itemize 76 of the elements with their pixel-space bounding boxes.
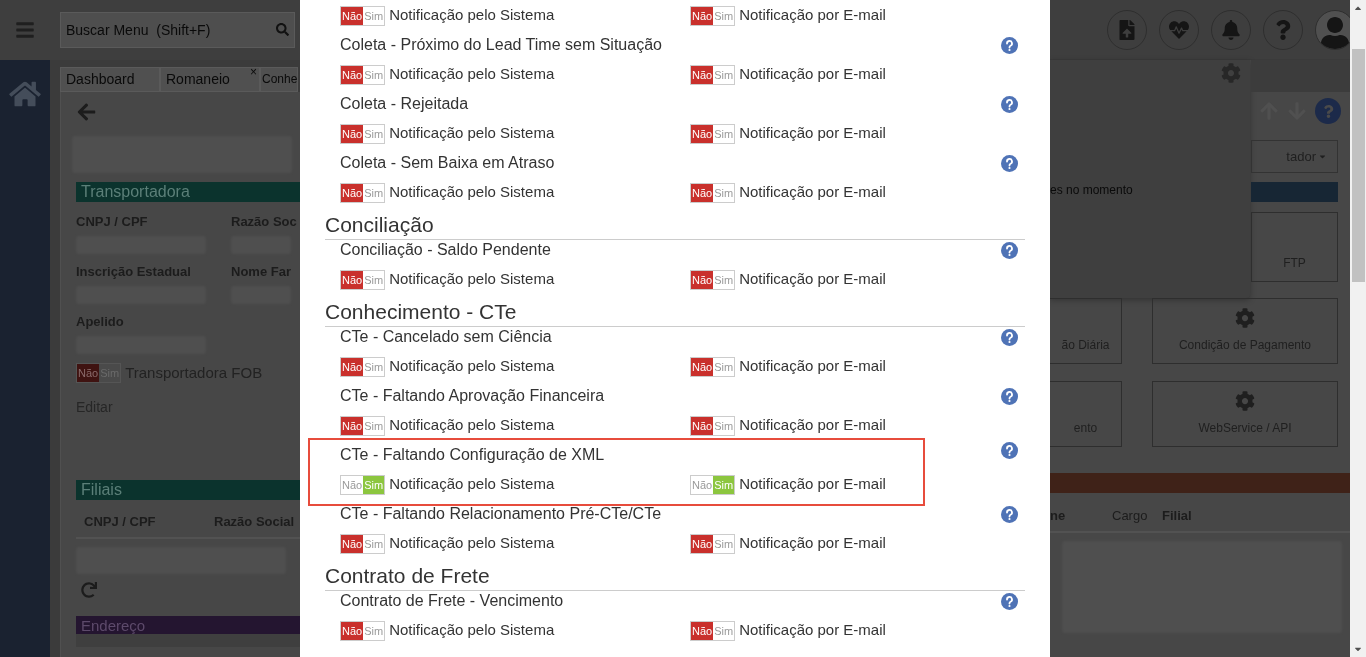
event-title: Coleta - Próximo do Lead Time sem Situação xyxy=(340,35,662,55)
toggle-label: Notificação pelo Sistema xyxy=(389,269,555,290)
help-icon[interactable] xyxy=(1001,388,1018,405)
toggle-label: Notificação pelo Sistema xyxy=(389,620,555,641)
toggle-label: Notificação pelo Sistema xyxy=(389,415,555,436)
home-icon[interactable] xyxy=(9,80,41,108)
event-title: CTe - Faltando Configuração de XML xyxy=(340,445,605,465)
scrollbar[interactable] xyxy=(1350,0,1366,657)
toggle-switch[interactable]: Não Sim xyxy=(340,64,386,85)
toggle-switch[interactable]: Não Sim xyxy=(340,182,386,203)
event-title: Coleta - Rejeitada xyxy=(340,94,469,114)
toggle-switch[interactable]: Não Sim xyxy=(340,474,386,495)
caret-icon xyxy=(1318,152,1327,161)
toggle-label: Notificação por E-mail xyxy=(739,64,886,85)
toggle-switch[interactable]: Não Sim xyxy=(340,356,386,377)
toggle-switch[interactable]: Não Sim xyxy=(690,474,736,495)
toggle-switch[interactable]: Não Sim xyxy=(340,415,386,436)
help-icon[interactable] xyxy=(1001,506,1018,523)
settings-icon xyxy=(1235,391,1255,411)
help-icon[interactable] xyxy=(1001,242,1018,259)
toggle-switch[interactable]: Não Sim xyxy=(690,269,736,290)
toggle-label: Notificação pelo Sistema xyxy=(389,182,555,203)
event-title: CTe - Faltando Relacionamento Pré-CTe/CTe xyxy=(340,504,662,524)
toggle-switch[interactable]: Não Sim xyxy=(690,620,736,641)
toggle-label: Notificação por E-mail xyxy=(739,182,886,203)
settings-icon xyxy=(1235,308,1255,328)
toggle-label: Notificação por E-mail xyxy=(739,269,886,290)
back-arrow-icon[interactable] xyxy=(76,102,97,122)
toggle-label: Notificação pelo Sistema xyxy=(389,123,555,144)
toggle-switch[interactable]: Não Sim xyxy=(690,415,736,436)
toggle-switch[interactable]: Não Sim xyxy=(690,5,736,26)
toggle-switch[interactable]: Não Sim xyxy=(690,533,736,554)
toggle-label: Notificação por E-mail xyxy=(739,620,886,641)
toggle-label: Notificação por E-mail xyxy=(739,123,886,144)
toggle-switch[interactable]: Não Sim xyxy=(340,269,386,290)
event-title: Contrato de Frete - Vencimento xyxy=(340,591,564,611)
toggle-switch[interactable]: Não Sim xyxy=(690,356,736,377)
help-icon[interactable] xyxy=(1001,442,1018,459)
toggle-switch[interactable]: Não Sim xyxy=(340,620,386,641)
section-bar: Filiais xyxy=(76,479,300,500)
scrollbar-thumb[interactable] xyxy=(1351,49,1365,282)
event-title: CTe - Cancelado sem Ciência xyxy=(340,327,552,347)
toggle-switch[interactable]: Não Sim xyxy=(690,64,736,85)
help-icon[interactable] xyxy=(1001,329,1018,346)
help-icon[interactable] xyxy=(1001,155,1018,172)
toggle-label: Notificação pelo Sistema xyxy=(389,5,555,26)
toggle-label: Notificação por E-mail xyxy=(739,415,886,436)
toggle-label: Notificação pelo Sistema xyxy=(389,533,555,554)
section-heading: Contrato de Frete xyxy=(325,563,490,589)
search-field[interactable]: Buscar Menu (Shift+F) xyxy=(60,12,295,48)
toggle-switch[interactable]: Não Sim xyxy=(690,182,736,203)
event-title: Conciliação - Saldo Pendente xyxy=(340,240,551,260)
search-icon[interactable] xyxy=(276,23,289,36)
toggle-label: Notificação pelo Sistema xyxy=(389,64,555,85)
toggle-label: Notificação por E-mail xyxy=(739,533,886,554)
settings-icon[interactable] xyxy=(1221,63,1241,83)
event-title: Coleta - Sem Baixa em Atraso xyxy=(340,153,555,173)
toggle-switch[interactable]: Não Sim xyxy=(340,123,386,144)
event-title: CTe - Faltando Aprovação Financeira xyxy=(340,386,605,406)
section-heading: Conhecimento - CTe xyxy=(325,299,517,325)
toggle-switch[interactable]: Não Sim xyxy=(690,123,736,144)
section-bar: Transportadora xyxy=(76,182,300,202)
help-icon[interactable] xyxy=(1001,96,1018,113)
toggle-switch[interactable]: Não Sim xyxy=(340,5,386,26)
refresh-icon[interactable] xyxy=(81,581,97,598)
toggle-label: Notificação por E-mail xyxy=(739,474,886,495)
toggle-switch[interactable]: Não Sim xyxy=(340,533,386,554)
section-heading: Conciliação xyxy=(325,212,434,238)
toggle-label: Notificação pelo Sistema xyxy=(389,474,555,495)
help-icon[interactable] xyxy=(1001,37,1018,54)
section-bar: Endereço xyxy=(76,615,300,634)
menu-icon[interactable] xyxy=(15,20,35,40)
toggle-label: Notificação pelo Sistema xyxy=(389,356,555,377)
toggle-label: Notificação por E-mail xyxy=(739,5,886,26)
toggle-label: Notificação por E-mail xyxy=(739,356,886,377)
help-icon[interactable] xyxy=(1001,593,1018,610)
